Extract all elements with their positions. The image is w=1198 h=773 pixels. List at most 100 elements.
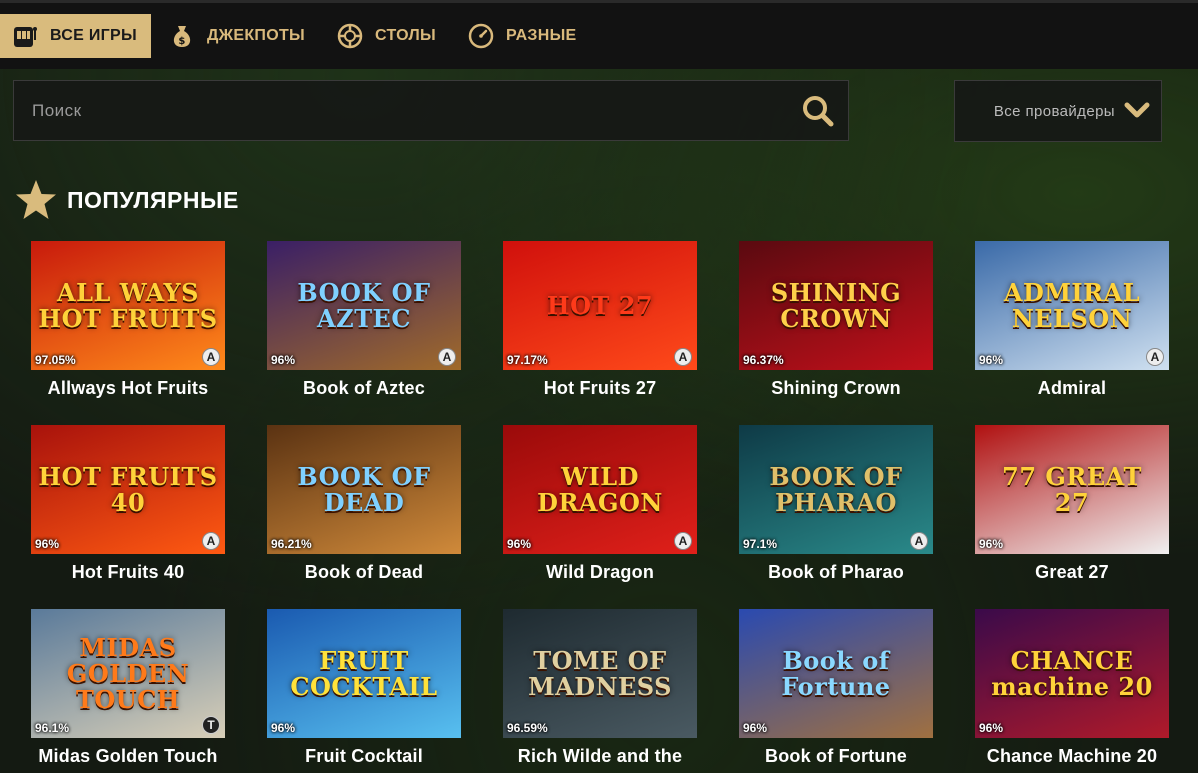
game-logo: MIDAS GOLDEN TOUCH <box>66 632 190 714</box>
game-title[interactable]: Book of Dead <box>267 554 461 590</box>
game-logo: WILD DRAGON <box>537 461 663 517</box>
provider-badge-icon: T <box>202 716 220 734</box>
game-logo: SHINING CROWN <box>770 277 902 333</box>
provider-badge-icon: A <box>202 532 220 550</box>
rtp-label: 96% <box>271 721 296 735</box>
section-title: ПОПУЛЯРНЫЕ <box>67 186 239 213</box>
game-title[interactable]: Allways Hot Fruits <box>31 370 225 406</box>
game-logo: ADMIRAL NELSON <box>1003 277 1141 333</box>
game-card[interactable]: Book of Fortune 96% Book of Fortune <box>739 609 933 773</box>
rtp-label: 96% <box>743 721 768 735</box>
game-thumbnail[interactable]: BOOK OF DEAD 96.21% <box>267 425 461 554</box>
money-bag-icon: $ <box>167 21 197 51</box>
section-heading: ПОПУЛЯРНЫЕ <box>14 178 239 222</box>
game-thumbnail[interactable]: ALL WAYS HOT FRUITS 97.05% A <box>31 241 225 370</box>
tab-2[interactable]: $ ДЖЕКПОТЫ <box>157 14 319 58</box>
game-thumbnail[interactable]: CHANCE machine 20 96% <box>975 609 1169 738</box>
rtp-label: 96% <box>979 353 1004 367</box>
rtp-label: 97.17% <box>507 353 548 367</box>
game-thumbnail[interactable]: TOME OF MADNESS 96.59% <box>503 609 697 738</box>
game-thumbnail[interactable]: SHINING CROWN 96.37% <box>739 241 933 370</box>
game-title[interactable]: Wild Dragon <box>503 554 697 590</box>
game-title[interactable]: Book of Aztec <box>267 370 461 406</box>
chevron-down-icon <box>1124 102 1150 118</box>
tab-label: ВСЕ ИГРЫ <box>50 27 137 44</box>
game-card[interactable]: BOOK OF DEAD 96.21% Book of Dead <box>267 425 461 590</box>
rtp-label: 96.59% <box>507 721 548 735</box>
game-card[interactable]: HOT 27 97.17% A Hot Fruits 27 <box>503 241 697 406</box>
game-thumbnail[interactable]: FRUIT COCKTAIL 96% <box>267 609 461 738</box>
game-logo: 77 GREAT 27 <box>1002 461 1142 517</box>
game-logo: TOME OF MADNESS <box>528 645 672 701</box>
game-thumbnail[interactable]: HOT 27 97.17% A <box>503 241 697 370</box>
provider-badge-icon: A <box>1146 348 1164 366</box>
game-card[interactable]: TOME OF MADNESS 96.59% Rich Wilde and the <box>503 609 697 773</box>
search-bar <box>13 80 849 141</box>
game-logo: HOT 27 <box>546 290 654 320</box>
rtp-label: 96% <box>979 537 1004 551</box>
game-thumbnail[interactable]: ADMIRAL NELSON 96% A <box>975 241 1169 370</box>
rtp-label: 96% <box>271 353 296 367</box>
rtp-label: 96.21% <box>271 537 312 551</box>
rtp-label: 96% <box>979 721 1004 735</box>
top-navigation: ВСЕ ИГРЫ $ ДЖЕКПОТЫ СТОЛЫ РАЗНЫЕ <box>0 0 1198 69</box>
provider-badge-icon: A <box>674 532 692 550</box>
game-title[interactable]: Book of Fortune <box>739 738 933 773</box>
game-thumbnail[interactable]: BOOK OF PHARAO 97.1% A <box>739 425 933 554</box>
game-thumbnail[interactable]: WILD DRAGON 96% A <box>503 425 697 554</box>
slot-machine-icon <box>10 21 40 51</box>
game-logo: BOOK OF PHARAO <box>769 461 903 517</box>
game-card[interactable]: SHINING CROWN 96.37% Shining Crown <box>739 241 933 406</box>
game-card[interactable]: WILD DRAGON 96% A Wild Dragon <box>503 425 697 590</box>
tab-4[interactable]: РАЗНЫЕ <box>456 14 591 58</box>
game-card[interactable]: BOOK OF PHARAO 97.1% A Book of Pharao <box>739 425 933 590</box>
game-card[interactable]: ADMIRAL NELSON 96% A Admiral <box>975 241 1169 406</box>
providers-dropdown[interactable]: Все провайдеры <box>954 80 1162 142</box>
tab-label: СТОЛЫ <box>375 27 436 44</box>
game-card[interactable]: CHANCE machine 20 96% Chance Machine 20 <box>975 609 1169 773</box>
tab-1[interactable]: ВСЕ ИГРЫ <box>0 14 151 58</box>
game-card[interactable]: HOT FRUITS 40 96% A Hot Fruits 40 <box>31 425 225 590</box>
game-card[interactable]: FRUIT COCKTAIL 96% Fruit Cocktail <box>267 609 461 773</box>
rtp-label: 97.1% <box>743 537 778 551</box>
game-thumbnail[interactable]: Book of Fortune 96% <box>739 609 933 738</box>
game-title[interactable]: Admiral <box>975 370 1169 406</box>
rtp-label: 96% <box>507 537 532 551</box>
game-logo: HOT FRUITS 40 <box>38 461 218 517</box>
game-title[interactable]: Hot Fruits 40 <box>31 554 225 590</box>
game-logo: BOOK OF AZTEC <box>297 277 431 333</box>
game-logo: Book of Fortune <box>781 645 891 701</box>
game-title[interactable]: Rich Wilde and the <box>503 738 697 773</box>
games-grid: ALL WAYS HOT FRUITS 97.05% A Allways Hot Fr… <box>31 241 1169 773</box>
game-title[interactable]: Midas Golden Touch <box>31 738 225 773</box>
game-title[interactable]: Great 27 <box>975 554 1169 590</box>
game-title[interactable]: Hot Fruits 27 <box>503 370 697 406</box>
search-icon[interactable] <box>788 81 848 141</box>
game-title[interactable]: Book of Pharao <box>739 554 933 590</box>
casino-chip-icon <box>335 21 365 51</box>
game-card[interactable]: ALL WAYS HOT FRUITS 97.05% A Allways Hot Fr… <box>31 241 225 406</box>
game-title[interactable]: Chance Machine 20 <box>975 738 1169 773</box>
rtp-label: 96.37% <box>743 353 784 367</box>
game-card[interactable]: BOOK OF AZTEC 96% A Book of Aztec <box>267 241 461 406</box>
svg-text:$: $ <box>178 36 185 47</box>
game-logo: ALL WAYS HOT FRUITS <box>38 277 218 333</box>
game-thumbnail[interactable]: MIDAS GOLDEN TOUCH 96.1% T <box>31 609 225 738</box>
star-icon <box>16 180 56 219</box>
game-title[interactable]: Fruit Cocktail <box>267 738 461 773</box>
providers-label: Все провайдеры <box>993 102 1115 120</box>
game-card[interactable]: 77 GREAT 27 96% Great 27 <box>975 425 1169 590</box>
provider-badge-icon: A <box>438 348 456 366</box>
tab-3[interactable]: СТОЛЫ <box>325 14 450 58</box>
rtp-label: 96% <box>35 537 60 551</box>
game-thumbnail[interactable]: BOOK OF AZTEC 96% A <box>267 241 461 370</box>
game-thumbnail[interactable]: HOT FRUITS 40 96% A <box>31 425 225 554</box>
provider-badge-icon: A <box>910 532 928 550</box>
game-thumbnail[interactable]: 77 GREAT 27 96% <box>975 425 1169 554</box>
provider-badge-icon: A <box>674 348 692 366</box>
game-title[interactable]: Shining Crown <box>739 370 933 406</box>
search-input[interactable] <box>14 81 788 140</box>
tab-label: РАЗНЫЕ <box>506 27 577 44</box>
tab-label: ДЖЕКПОТЫ <box>206 27 306 44</box>
game-card[interactable]: MIDAS GOLDEN TOUCH 96.1% T Midas Golden Tou… <box>31 609 225 773</box>
